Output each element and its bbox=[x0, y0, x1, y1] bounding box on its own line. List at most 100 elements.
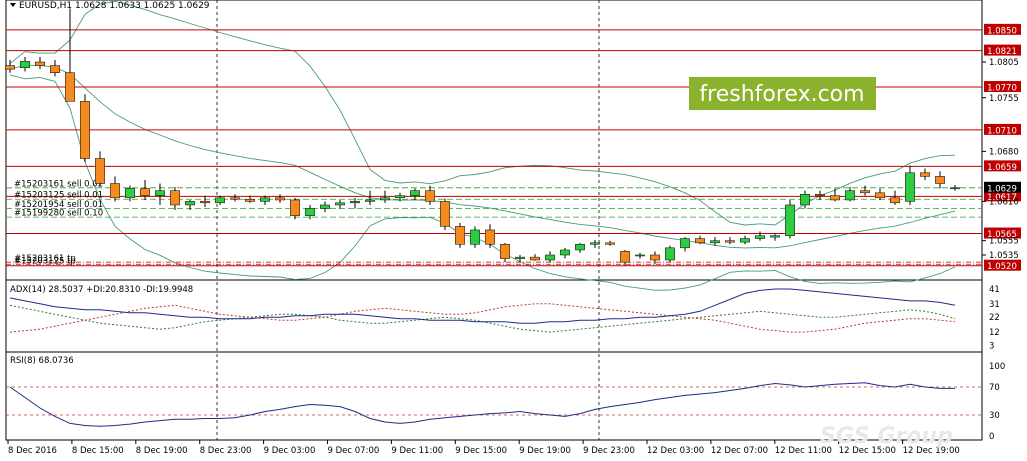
candle-body bbox=[335, 202, 345, 206]
candle-body bbox=[755, 235, 765, 239]
time-tick-label: 12 Dec 03:00 bbox=[647, 446, 704, 456]
candle-body bbox=[950, 187, 960, 190]
candle-body bbox=[50, 65, 60, 73]
candle-body bbox=[710, 240, 720, 244]
trading-chart-window: 1.0850 1.0821 1.0770 1.0710 1.0659 1.0617 1.05… bbox=[0, 0, 1027, 461]
price-tick-label: 1.0680 bbox=[989, 147, 1019, 157]
candle-body bbox=[725, 240, 735, 243]
candle-body bbox=[800, 193, 810, 206]
level-badge-label: 1.0850 bbox=[987, 26, 1017, 36]
candle-body bbox=[95, 158, 105, 184]
time-tick-label: 8 Dec 19:00 bbox=[136, 446, 188, 456]
candle-body bbox=[665, 247, 675, 261]
order-label: #15203161 sell 0.02 bbox=[14, 179, 103, 189]
candle-body bbox=[545, 254, 555, 261]
candle-body bbox=[125, 188, 135, 199]
time-tick-label: 12 Dec 07:00 bbox=[711, 446, 768, 456]
rsi-tick-label: 0 bbox=[989, 432, 994, 442]
price-tick-label: 1.0755 bbox=[989, 94, 1019, 104]
level-badge-label: 1.0710 bbox=[987, 126, 1017, 136]
candle-body bbox=[620, 251, 630, 263]
chart-canvas[interactable]: 1.08501.08211.07701.07101.06591.06171.05… bbox=[0, 0, 1027, 461]
chart-header: EURUSD,H1 1.0628 1.0633 1.0625 1.0629 bbox=[10, 1, 210, 11]
candle-body bbox=[890, 197, 900, 204]
candle-body bbox=[470, 229, 480, 245]
candle-body bbox=[20, 61, 30, 68]
rsi-tick-label: 30 bbox=[989, 411, 1000, 421]
candle-body bbox=[440, 201, 450, 227]
candle-body bbox=[200, 201, 210, 204]
adx-tick-label: 31 bbox=[989, 300, 1000, 310]
sgs-watermark: SGS Group bbox=[820, 424, 953, 449]
candle-body bbox=[695, 238, 705, 244]
candle-body bbox=[515, 256, 525, 259]
candle-body bbox=[395, 195, 405, 199]
time-tick-label: 9 Dec 19:00 bbox=[519, 446, 571, 456]
candle-body bbox=[605, 242, 615, 245]
order-label: #15199280 sell 0.10 bbox=[14, 209, 103, 219]
chart-frame bbox=[5, 0, 983, 441]
time-tick-label: 8 Dec 2016 bbox=[8, 446, 57, 456]
rsi-tick-label: 70 bbox=[989, 383, 1000, 393]
rsi-label: RSI(8) 68.0736 bbox=[10, 356, 74, 366]
candle-body bbox=[290, 199, 300, 216]
candle-body bbox=[215, 197, 225, 204]
candle-body bbox=[860, 190, 870, 194]
candle-body bbox=[935, 176, 945, 184]
adx-tick-label: 3 bbox=[989, 342, 994, 352]
candle-body bbox=[110, 183, 120, 199]
candle-body bbox=[320, 204, 330, 209]
candle-body bbox=[365, 199, 375, 202]
adx-tick-label: 22 bbox=[989, 313, 1000, 323]
level-badge-label: 1.0659 bbox=[987, 163, 1017, 173]
price-tick-label: 1.0610 bbox=[989, 197, 1019, 207]
candle-body bbox=[740, 238, 750, 243]
time-axis: 8 Dec 2016 8 Dec 15:00 8 Dec 19:00 8 Dec 23… bbox=[7, 440, 960, 456]
candle-body bbox=[680, 238, 690, 249]
candle-body bbox=[530, 256, 540, 261]
candle-body bbox=[560, 249, 570, 256]
time-tick-label: 8 Dec 23:00 bbox=[200, 446, 252, 456]
price-tick-label: 1.0805 bbox=[989, 58, 1019, 68]
candle-body bbox=[815, 193, 825, 196]
candle-body bbox=[845, 190, 855, 201]
candle-body bbox=[635, 254, 645, 257]
candle-body bbox=[590, 242, 600, 245]
candle-body bbox=[80, 101, 90, 159]
candle-body bbox=[185, 201, 195, 206]
time-tick-label: 9 Dec 23:00 bbox=[583, 446, 635, 456]
candle-body bbox=[830, 195, 840, 201]
candle-body bbox=[275, 197, 285, 201]
candle-body bbox=[410, 190, 420, 196]
candle-body bbox=[920, 172, 930, 177]
candle-body bbox=[305, 208, 315, 216]
candle-body bbox=[65, 72, 75, 102]
candle-body bbox=[785, 204, 795, 236]
candle-body bbox=[35, 61, 45, 66]
time-tick-label: 9 Dec 15:00 bbox=[455, 446, 507, 456]
adx-label: ADX(14) 28.5037 +DI:20.8310 -DI:19.9948 bbox=[10, 285, 193, 295]
adx-tick-label: 41 bbox=[989, 285, 1000, 295]
candle-body bbox=[575, 244, 585, 251]
candle-body bbox=[380, 197, 390, 201]
freshforex-watermark: freshforex.com bbox=[689, 77, 876, 110]
candle-body bbox=[875, 192, 885, 199]
candle-body bbox=[260, 197, 270, 202]
candle-body bbox=[455, 226, 465, 245]
current-price-label: 1.0629 bbox=[987, 184, 1017, 194]
candle-body bbox=[245, 198, 255, 202]
level-badge-label: 1.0770 bbox=[987, 84, 1017, 94]
time-tick-label: 9 Dec 03:00 bbox=[264, 446, 316, 456]
candle-body bbox=[500, 244, 510, 259]
watermark-text: freshforex.com bbox=[699, 82, 864, 107]
rsi-tick-label: 100 bbox=[989, 362, 1005, 372]
candle-body bbox=[425, 190, 435, 202]
candle-body bbox=[905, 172, 915, 202]
candle-body bbox=[5, 65, 15, 70]
level-badge-label: 1.0520 bbox=[987, 262, 1017, 272]
candle-body bbox=[155, 190, 165, 196]
time-tick-label: 9 Dec 07:00 bbox=[328, 446, 380, 456]
candle-body bbox=[230, 197, 240, 200]
tp-label: #15203125 tp bbox=[14, 256, 76, 266]
candle-body bbox=[170, 190, 180, 206]
